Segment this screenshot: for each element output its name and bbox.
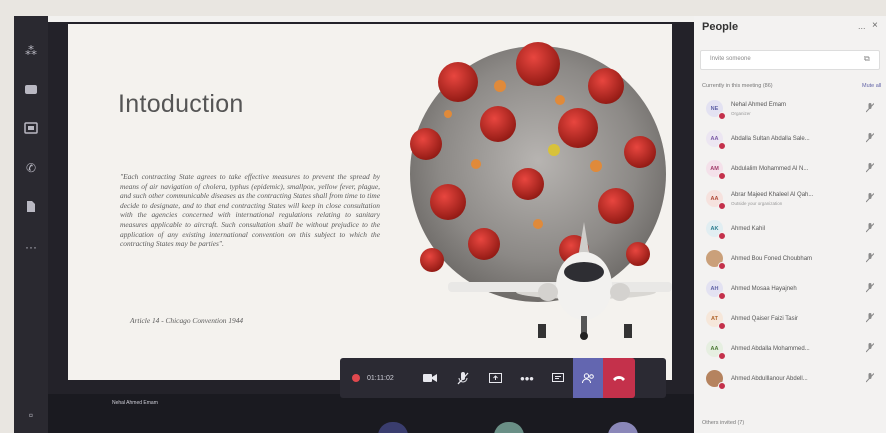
participant-name: Abdulalim Mohammed Al N... <box>731 166 809 172</box>
chat-icon[interactable] <box>23 84 39 98</box>
participant-row[interactable]: AA Abdalla Sultan Abdalla Sale... <box>694 126 886 153</box>
presence-status-icon <box>718 382 726 390</box>
participant-row[interactable]: Ahmed Bou Foned Choubham <box>694 246 886 273</box>
presence-status-icon <box>718 322 726 330</box>
in-meeting-section-label[interactable]: Currently in this meeting (86) <box>702 83 773 89</box>
call-timer: 01:11:02 <box>367 374 394 382</box>
participant-name: Ahmed Qaiser Faizi Tasir <box>731 316 798 322</box>
participant-row[interactable]: Ahmed Abdulllanour Abdell... <box>694 366 886 393</box>
presence-status-icon <box>718 112 726 120</box>
more-icon[interactable]: ··· <box>23 240 39 254</box>
mic-off-icon[interactable] <box>447 358 479 398</box>
participant-row[interactable]: NE Nehal Ahmed Emam Organizer <box>694 96 886 123</box>
meeting-stage: Intoduction "Each contracting State agre… <box>48 22 694 433</box>
participant-name: Ahmed Kahil <box>731 226 766 232</box>
mic-muted-icon[interactable] <box>865 103 875 115</box>
mic-muted-icon[interactable] <box>865 133 875 145</box>
slide-title: Intoduction <box>118 90 244 118</box>
panel-title: People <box>702 21 739 33</box>
calls-icon[interactable]: ✆ <box>23 161 39 175</box>
mic-muted-icon[interactable] <box>865 313 875 325</box>
slide-citation: Article 14 - Chicago Convention 1944 <box>130 316 244 325</box>
participant-row[interactable]: AH Ahmed Mosaa Hayajneh <box>694 276 886 303</box>
mute-all-button[interactable]: Mute all <box>862 83 881 89</box>
mic-muted-icon[interactable] <box>865 193 875 205</box>
people-panel: People ... × Invite someone ⧉ Currently … <box>694 16 886 433</box>
teams-logo-icon[interactable]: ⁂ <box>23 44 39 58</box>
participant-role: Outside your organization <box>731 201 783 206</box>
shared-slide: Intoduction "Each contracting State agre… <box>68 24 672 380</box>
share-invite-icon[interactable]: ⧉ <box>864 54 870 64</box>
panel-more-button[interactable]: ... <box>858 21 866 31</box>
app-rail: ⁂ ✆ ··· ▫ <box>14 16 48 433</box>
presence-status-icon <box>718 292 726 300</box>
mic-muted-icon[interactable] <box>865 343 875 355</box>
participant-row[interactable]: AM Abdulalim Mohammed Al N... <box>694 156 886 183</box>
mic-muted-icon[interactable] <box>865 163 875 175</box>
presence-status-icon <box>718 172 726 180</box>
calendar-icon[interactable] <box>23 122 39 136</box>
presence-status-icon <box>718 142 726 150</box>
more-actions-icon[interactable]: ••• <box>511 358 543 398</box>
recording-icon <box>352 374 360 382</box>
call-toolbar: 01:11:02 ••• <box>340 358 666 398</box>
mic-muted-icon[interactable] <box>865 253 875 265</box>
camera-icon[interactable] <box>413 358 447 398</box>
mic-muted-icon[interactable] <box>865 283 875 295</box>
mic-muted-icon[interactable] <box>865 373 875 385</box>
participants-icon[interactable] <box>573 358 603 398</box>
participant-row[interactable]: AT Ahmed Qaiser Faizi Tasir <box>694 306 886 333</box>
mic-muted-icon[interactable] <box>865 223 875 235</box>
presence-status-icon <box>718 262 726 270</box>
invite-search-placeholder: Invite someone <box>710 56 751 62</box>
participant-role: Organizer <box>731 111 751 116</box>
participant-row[interactable]: AA Ahmed Abdalla Mohammed... <box>694 336 886 363</box>
participant-row[interactable]: AA Abrar Majeed Khaleel Al Qah... Outside … <box>694 186 886 213</box>
participant-name: Nehal Ahmed Emam <box>731 102 787 108</box>
virus-aircraft-image <box>410 42 672 340</box>
chat-icon[interactable] <box>543 358 573 398</box>
presence-status-icon <box>718 352 726 360</box>
teams-window: ⁂ ✆ ··· ▫ Intoduction "Each contracting … <box>14 16 886 433</box>
help-icon[interactable]: ▫ <box>23 408 39 422</box>
participant-name: Abrar Majeed Khaleel Al Qah... <box>731 192 814 198</box>
participant-name: Abdalla Sultan Abdalla Sale... <box>731 136 810 142</box>
participant-name: Ahmed Abdalla Mohammed... <box>731 346 810 352</box>
presence-status-icon <box>718 232 726 240</box>
others-invited-label[interactable]: Others invited (7) <box>702 420 744 426</box>
participant-name: Ahmed Mosaa Hayajneh <box>731 286 797 292</box>
stage-tile-name: Nehal Ahmed Emam <box>112 400 158 406</box>
slide-quote: "Each contracting State agrees to take e… <box>120 172 380 249</box>
files-icon[interactable] <box>23 200 39 214</box>
participant-name: Ahmed Abdulllanour Abdell... <box>731 376 808 382</box>
panel-close-button[interactable]: × <box>872 20 878 31</box>
share-screen-icon[interactable] <box>479 358 511 398</box>
presence-status-icon <box>718 202 726 210</box>
participant-row[interactable]: AK Ahmed Kahil <box>694 216 886 243</box>
participant-name: Ahmed Bou Foned Choubham <box>731 256 813 262</box>
hang-up-icon[interactable] <box>603 358 635 398</box>
